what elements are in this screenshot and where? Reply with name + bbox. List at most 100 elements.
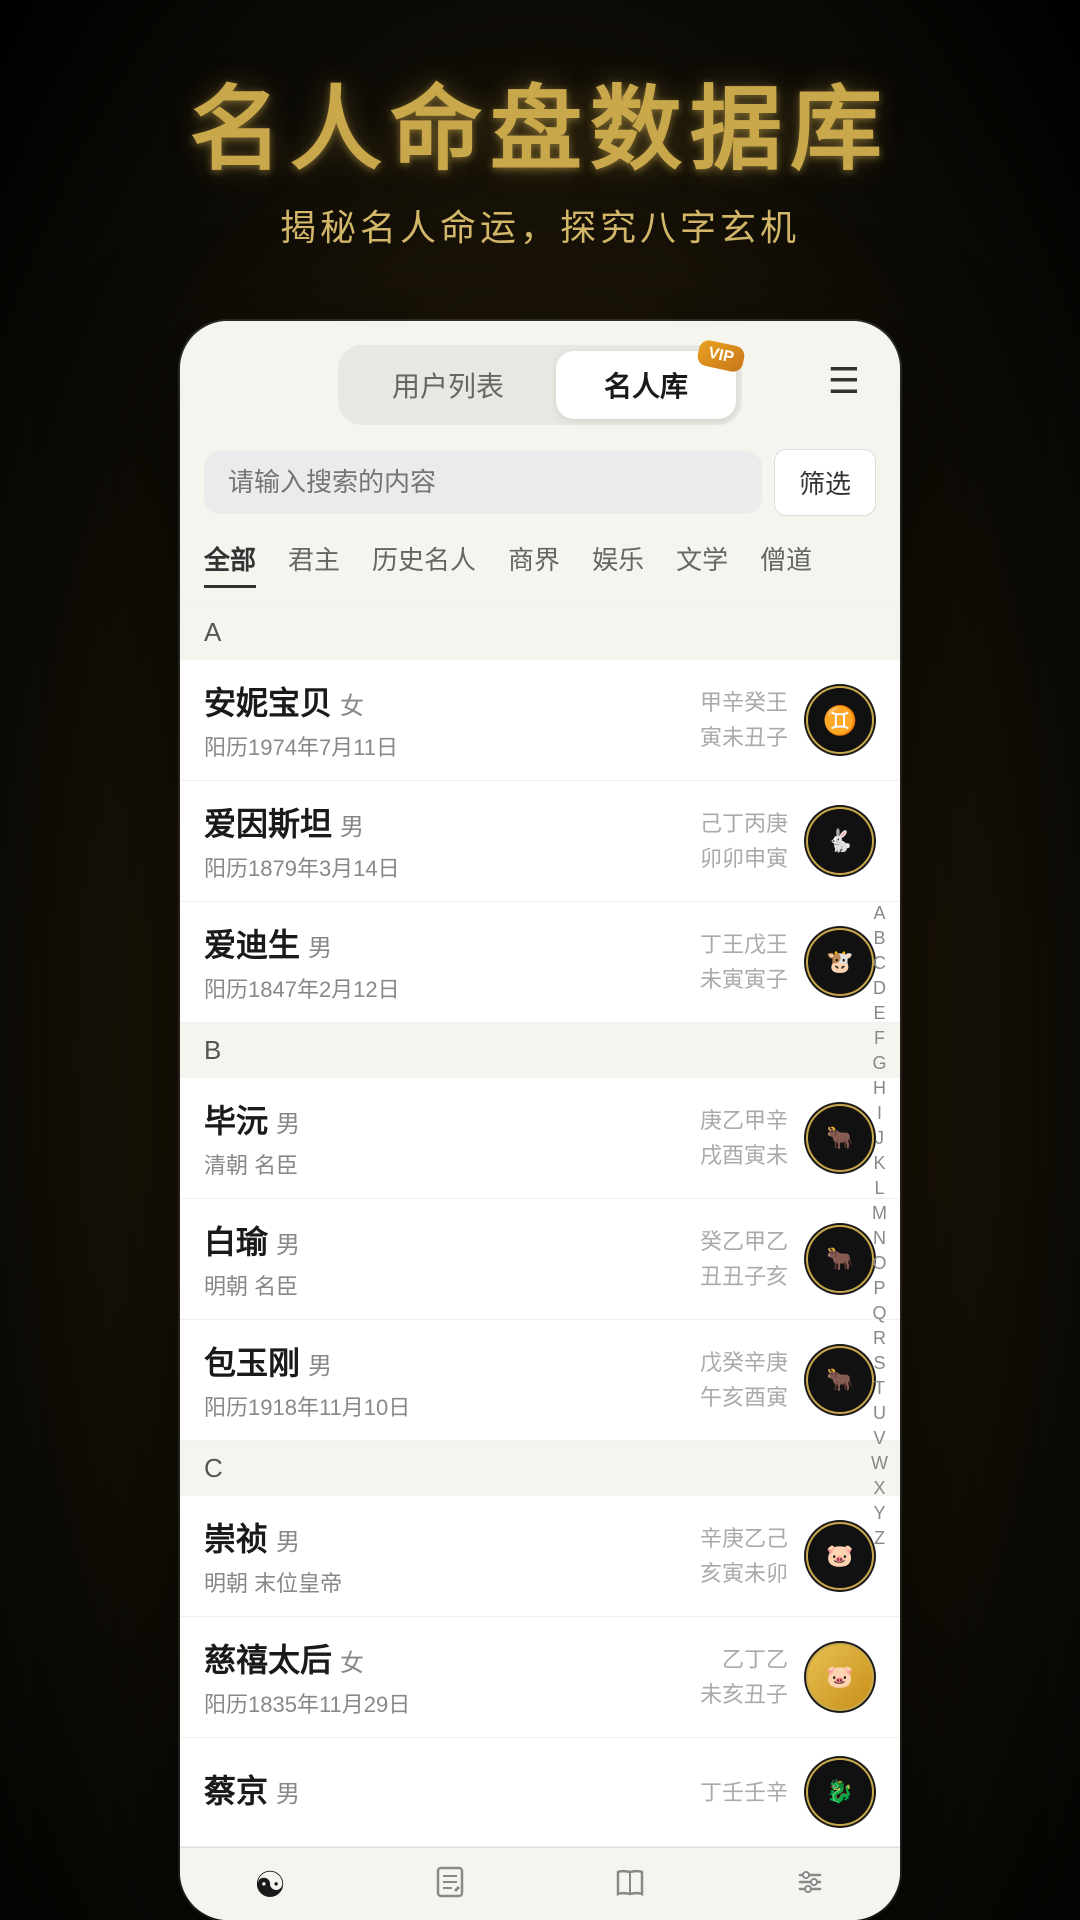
- alpha-c[interactable]: C: [867, 952, 892, 975]
- alpha-a[interactable]: A: [867, 902, 892, 925]
- nav-settings[interactable]: [720, 1864, 900, 1909]
- person-item[interactable]: 安妮宝贝女 阳历1974年7月11日 甲辛癸王寅未丑子 ♊: [180, 660, 900, 781]
- person-chars: 甲辛癸王寅未丑子: [700, 685, 788, 755]
- category-all[interactable]: 全部: [204, 540, 256, 588]
- category-entertainment[interactable]: 娱乐: [592, 540, 644, 588]
- alpha-y[interactable]: Y: [867, 1502, 892, 1525]
- alpha-r[interactable]: R: [867, 1327, 892, 1350]
- header-section: 名人命盘数据库 揭秘名人命运，探究八字玄机: [190, 0, 890, 251]
- tab-bar: 用户列表 名人库 VIP ☰: [180, 321, 900, 441]
- person-avatar: 🐷: [804, 1641, 876, 1713]
- search-bar: 筛选: [180, 441, 900, 532]
- alpha-i[interactable]: I: [867, 1102, 892, 1125]
- person-chars: 丁王戊王未寅寅子: [700, 927, 788, 997]
- person-date: 阳历1918年11月10日: [204, 1390, 700, 1422]
- alpha-v[interactable]: V: [867, 1427, 892, 1450]
- alpha-e[interactable]: E: [867, 1002, 892, 1025]
- alpha-m[interactable]: M: [867, 1202, 892, 1225]
- person-avatar: 🐂: [804, 1223, 876, 1295]
- person-chars: 丁壬壬辛: [700, 1775, 788, 1810]
- notes-icon: [432, 1864, 468, 1909]
- yinyang-icon: ☯: [254, 1864, 286, 1906]
- person-date: 明朝 名臣: [204, 1269, 700, 1301]
- person-info: 包玉刚男 阳历1918年11月10日: [204, 1338, 700, 1422]
- settings-icon: [792, 1864, 828, 1909]
- alpha-w[interactable]: W: [867, 1452, 892, 1475]
- person-item[interactable]: 爱因斯坦男 阳历1879年3月14日 己丁丙庚卯卯申寅 🐇: [180, 781, 900, 902]
- person-item[interactable]: 白瑜男 明朝 名臣 癸乙甲乙丑丑子亥 🐂: [180, 1199, 900, 1320]
- person-gender: 男: [308, 935, 332, 962]
- alpha-f[interactable]: F: [867, 1027, 892, 1050]
- person-item[interactable]: 包玉刚男 阳历1918年11月10日 戊癸辛庚午亥酉寅 🐂: [180, 1320, 900, 1441]
- category-monarch[interactable]: 君主: [288, 540, 340, 588]
- person-info: 白瑜男 明朝 名臣: [204, 1217, 700, 1301]
- book-icon: [612, 1864, 648, 1909]
- alpha-o[interactable]: O: [867, 1252, 892, 1275]
- person-name: 包玉刚: [204, 1345, 300, 1381]
- person-chars: 戊癸辛庚午亥酉寅: [700, 1345, 788, 1415]
- person-avatar: 🐷: [804, 1520, 876, 1592]
- alpha-q[interactable]: Q: [867, 1302, 892, 1325]
- alpha-b[interactable]: B: [867, 927, 892, 950]
- tab-user-list[interactable]: 用户列表: [344, 351, 552, 419]
- person-gender: 男: [340, 814, 364, 841]
- person-name: 白瑜: [204, 1224, 268, 1260]
- alpha-u[interactable]: U: [867, 1402, 892, 1425]
- nav-book[interactable]: [540, 1864, 720, 1909]
- alpha-l[interactable]: L: [867, 1177, 892, 1200]
- alpha-h[interactable]: H: [867, 1077, 892, 1100]
- category-literature[interactable]: 文学: [676, 540, 728, 588]
- search-input[interactable]: [204, 451, 762, 514]
- alpha-k[interactable]: K: [867, 1152, 892, 1175]
- person-info: 爱迪生男 阳历1847年2月12日: [204, 920, 700, 1004]
- category-religion[interactable]: 僧道: [760, 540, 812, 588]
- person-item[interactable]: 爱迪生男 阳历1847年2月12日 丁王戊王未寅寅子 🐮: [180, 902, 900, 1023]
- person-avatar: 🐉: [804, 1756, 876, 1828]
- person-item[interactable]: 蔡京男 丁壬壬辛 🐉: [180, 1738, 900, 1847]
- person-info: 慈禧太后女 阳历1835年11月29日: [204, 1635, 700, 1719]
- person-avatar: ♊: [804, 684, 876, 756]
- alpha-p[interactable]: P: [867, 1277, 892, 1300]
- person-gender: 男: [276, 1111, 300, 1138]
- nav-yinyang[interactable]: ☯: [180, 1864, 360, 1909]
- alpha-t[interactable]: T: [867, 1377, 892, 1400]
- alpha-s[interactable]: S: [867, 1352, 892, 1375]
- filter-button[interactable]: 筛选: [774, 449, 876, 516]
- person-chars: 庚乙甲辛戌酉寅未: [700, 1103, 788, 1173]
- nav-notes[interactable]: [360, 1864, 540, 1909]
- person-info: 崇祯男 明朝 末位皇帝: [204, 1514, 700, 1598]
- phone-mockup: 用户列表 名人库 VIP ☰ 筛选 全部 君主 历史名人 商界 娱乐 文学 僧道: [180, 321, 900, 1920]
- alpha-x[interactable]: X: [867, 1477, 892, 1500]
- alphabet-sidebar: A B C D E F G H I J K L M N O P Q R S T: [867, 902, 892, 1550]
- alpha-j[interactable]: J: [867, 1127, 892, 1150]
- category-tabs: 全部 君主 历史名人 商界 娱乐 文学 僧道: [180, 532, 900, 605]
- person-info: 安妮宝贝女 阳历1974年7月11日: [204, 678, 700, 762]
- person-name: 爱因斯坦: [204, 806, 332, 842]
- section-header-b: B: [180, 1023, 900, 1078]
- person-avatar: 🐂: [804, 1102, 876, 1174]
- person-item[interactable]: 崇祯男 明朝 末位皇帝 辛庚乙己亥寅未卯 🐷: [180, 1496, 900, 1617]
- person-gender: 男: [308, 1353, 332, 1380]
- person-gender: 男: [276, 1529, 300, 1556]
- main-title: 名人命盘数据库: [190, 80, 890, 181]
- sub-title: 揭秘名人命运，探究八字玄机: [190, 199, 890, 251]
- person-chars: 乙丁乙未亥丑子: [700, 1642, 788, 1712]
- alpha-z[interactable]: Z: [867, 1527, 892, 1550]
- menu-icon[interactable]: ☰: [828, 360, 860, 402]
- person-gender: 女: [340, 693, 364, 720]
- person-date: 阳历1974年7月11日: [204, 730, 700, 762]
- alpha-g[interactable]: G: [867, 1052, 892, 1075]
- person-avatar: 🐇: [804, 805, 876, 877]
- person-gender: 男: [276, 1232, 300, 1259]
- person-item[interactable]: 毕沅男 清朝 名臣 庚乙甲辛戌酉寅未 🐂: [180, 1078, 900, 1199]
- category-history[interactable]: 历史名人: [372, 540, 476, 588]
- vip-badge: VIP: [696, 339, 746, 374]
- person-date: 阳历1879年3月14日: [204, 851, 700, 883]
- person-name: 爱迪生: [204, 927, 300, 963]
- alpha-d[interactable]: D: [867, 977, 892, 1000]
- category-business[interactable]: 商界: [508, 540, 560, 588]
- person-chars: 癸乙甲乙丑丑子亥: [700, 1224, 788, 1294]
- alpha-n[interactable]: N: [867, 1227, 892, 1250]
- tab-celebrity-db[interactable]: 名人库 VIP: [556, 351, 736, 419]
- person-item[interactable]: 慈禧太后女 阳历1835年11月29日 乙丁乙未亥丑子 🐷: [180, 1617, 900, 1738]
